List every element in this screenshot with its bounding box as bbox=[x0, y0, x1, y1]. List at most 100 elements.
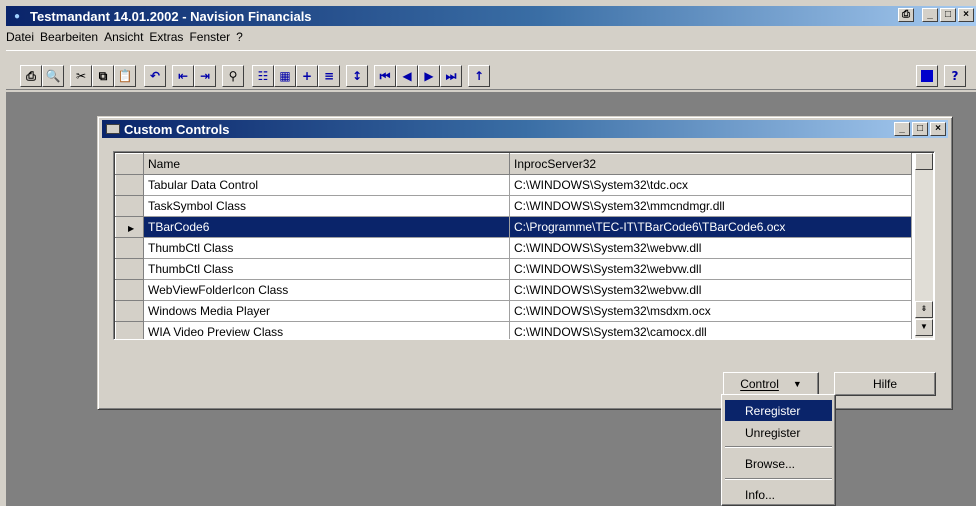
table-row[interactable]: Windows Media Player C:\WINDOWS\System32… bbox=[115, 300, 912, 322]
row-selector[interactable] bbox=[115, 279, 144, 301]
cut-icon[interactable]: ✂ bbox=[70, 65, 92, 87]
restore-button[interactable]: □ bbox=[940, 8, 956, 22]
table-view-icon[interactable]: ▦ bbox=[274, 65, 296, 87]
new-record-icon[interactable]: + bbox=[296, 65, 318, 87]
menu-item-browse[interactable]: Browse... bbox=[725, 453, 832, 474]
row-selector-header bbox=[115, 153, 144, 175]
current-row-arrow-icon: ▶ bbox=[128, 224, 135, 233]
find-icon[interactable]: ⚲ bbox=[222, 65, 244, 87]
control-popup-menu: Reregister Unregister Browse... Info... bbox=[721, 394, 836, 506]
cell-path[interactable]: C:\WINDOWS\System32\msdxm.ocx bbox=[509, 300, 912, 322]
row-selector[interactable]: ▶ bbox=[115, 216, 144, 238]
cell-path[interactable]: C:\WINDOWS\System32\webvw.dll bbox=[509, 279, 912, 301]
previous-record-icon[interactable]: ◀ bbox=[396, 65, 418, 87]
controls-table: Name InprocServer32 Tabular Data Control… bbox=[113, 151, 935, 340]
sort-icon[interactable]: ↕ bbox=[346, 65, 368, 87]
cell-path[interactable]: C:\WINDOWS\System32\webvw.dll bbox=[509, 258, 912, 280]
cell-name[interactable]: Windows Media Player bbox=[143, 300, 510, 322]
table-row-selected[interactable]: ▶ TBarCode6 C:\Programme\TEC-IT\TBarCode… bbox=[115, 216, 912, 238]
vertical-scrollbar[interactable]: ⇟ ▼ bbox=[915, 153, 933, 338]
dialog-restore-button[interactable]: □ bbox=[912, 122, 928, 136]
cell-path[interactable]: C:\WINDOWS\System32\tdc.ocx bbox=[509, 174, 912, 196]
menu-item-info[interactable]: Info... bbox=[725, 484, 832, 505]
row-selector[interactable] bbox=[115, 237, 144, 259]
card-view-icon[interactable]: ≡ bbox=[318, 65, 340, 87]
menu-item-unregister[interactable]: Unregister bbox=[725, 422, 832, 443]
help-button[interactable]: Hilfe bbox=[834, 372, 936, 396]
column-header-name[interactable]: Name bbox=[143, 153, 510, 175]
navigator-icon[interactable] bbox=[916, 65, 938, 87]
indent-icon[interactable]: ⇤ bbox=[172, 65, 194, 87]
scroll-handle[interactable] bbox=[915, 153, 933, 170]
custom-controls-dialog: Custom Controls _ □ × Name InprocServer3… bbox=[97, 116, 953, 410]
up-arrow-icon[interactable]: ↑ bbox=[468, 65, 490, 87]
cell-name[interactable]: WIA Video Preview Class bbox=[143, 321, 510, 339]
table-row[interactable]: WIA Video Preview Class C:\WINDOWS\Syste… bbox=[115, 321, 912, 339]
help-button-label: Hilfe bbox=[872, 377, 897, 391]
last-record-icon[interactable]: ⏭ bbox=[440, 65, 462, 87]
cell-name[interactable]: ThumbCtl Class bbox=[143, 237, 510, 259]
print-icon[interactable]: ⎙ bbox=[20, 65, 42, 87]
menu-extras[interactable]: Extras bbox=[149, 30, 189, 44]
table-row[interactable]: WebViewFolderIcon Class C:\WINDOWS\Syste… bbox=[115, 279, 912, 301]
menu-datei[interactable]: Datei bbox=[6, 30, 40, 44]
menu-separator bbox=[725, 478, 832, 480]
dialog-window-controls: _ □ × bbox=[894, 122, 946, 136]
table-row[interactable]: TaskSymbol Class C:\WINDOWS\System32\mmc… bbox=[115, 195, 912, 217]
table-row[interactable]: Tabular Data Control C:\WINDOWS\System32… bbox=[115, 174, 912, 196]
cell-path[interactable]: C:\Programme\TEC-IT\TBarCode6\TBarCode6.… bbox=[509, 216, 912, 238]
scroll-page-down-icon[interactable]: ⇟ bbox=[915, 301, 933, 318]
table-header-row: Name InprocServer32 bbox=[115, 153, 912, 175]
dialog-minimize-button[interactable]: _ bbox=[894, 122, 910, 136]
cell-path[interactable]: C:\WINDOWS\System32\webvw.dll bbox=[509, 237, 912, 259]
print-preview-icon[interactable]: 🔍 bbox=[42, 65, 64, 87]
app-icon: ● bbox=[14, 10, 21, 22]
row-selector[interactable] bbox=[115, 300, 144, 322]
menu-bar: Datei Bearbeiten Ansicht Extras Fenster … bbox=[6, 28, 249, 46]
application-window: ● Testmandant 14.01.2002 - Navision Fina… bbox=[0, 0, 976, 506]
window-controls: ⎙ _ □ × bbox=[898, 8, 974, 22]
row-selector[interactable] bbox=[115, 258, 144, 280]
menu-ansicht[interactable]: Ansicht bbox=[104, 30, 149, 44]
control-dropdown-button[interactable]: Control ▼ bbox=[723, 372, 819, 396]
menu-bearbeiten[interactable]: Bearbeiten bbox=[40, 30, 104, 44]
app-title-bar: ● Testmandant 14.01.2002 - Navision Fina… bbox=[6, 6, 976, 26]
control-button-label: Control bbox=[740, 377, 779, 391]
list-view-icon[interactable]: ☷ bbox=[252, 65, 274, 87]
chevron-down-icon: ▼ bbox=[792, 379, 802, 389]
table-row[interactable]: ThumbCtl Class C:\WINDOWS\System32\webvw… bbox=[115, 237, 912, 259]
row-selector[interactable] bbox=[115, 174, 144, 196]
minimize-button[interactable]: _ bbox=[922, 8, 938, 22]
column-header-inprocserver32[interactable]: InprocServer32 bbox=[509, 153, 912, 175]
row-selector[interactable] bbox=[115, 321, 144, 339]
dialog-close-button[interactable]: × bbox=[930, 122, 946, 136]
row-selector[interactable] bbox=[115, 195, 144, 217]
dialog-title-bar: Custom Controls _ □ × bbox=[102, 120, 948, 138]
app-title: Testmandant 14.01.2002 - Navision Financ… bbox=[30, 8, 312, 24]
menu-fenster[interactable]: Fenster bbox=[189, 30, 236, 44]
cell-name[interactable]: WebViewFolderIcon Class bbox=[143, 279, 510, 301]
cell-name[interactable]: Tabular Data Control bbox=[143, 174, 510, 196]
table-row[interactable]: ThumbCtl Class C:\WINDOWS\System32\webvw… bbox=[115, 258, 912, 280]
form-icon bbox=[106, 124, 120, 134]
menu-item-reregister[interactable]: Reregister bbox=[725, 400, 832, 421]
menu-help[interactable]: ? bbox=[236, 30, 249, 44]
next-record-icon[interactable]: ▶ bbox=[418, 65, 440, 87]
cell-name[interactable]: TaskSymbol Class bbox=[143, 195, 510, 217]
cell-path[interactable]: C:\WINDOWS\System32\mmcndmgr.dll bbox=[509, 195, 912, 217]
menu-separator bbox=[725, 446, 832, 448]
toolbar: ⎙ 🔍 ✂ ⧉ 📋 ↶ ⇤ ⇥ ⚲ ☷ ▦ + ≡ ↕ ⏮ ◀ ▶ ⏭ ↑ ? bbox=[6, 50, 976, 90]
outdent-icon[interactable]: ⇥ bbox=[194, 65, 216, 87]
scroll-down-icon[interactable]: ▼ bbox=[915, 319, 933, 336]
first-record-icon[interactable]: ⏮ bbox=[374, 65, 396, 87]
paste-icon[interactable]: 📋 bbox=[114, 65, 136, 87]
cell-name[interactable]: TBarCode6 bbox=[143, 216, 510, 238]
cell-name[interactable]: ThumbCtl Class bbox=[143, 258, 510, 280]
copy-icon[interactable]: ⧉ bbox=[92, 65, 114, 87]
dialog-title: Custom Controls bbox=[124, 121, 230, 137]
cell-path[interactable]: C:\WINDOWS\System32\camocx.dll bbox=[509, 321, 912, 339]
print-icon[interactable]: ⎙ bbox=[898, 8, 914, 22]
close-button[interactable]: × bbox=[958, 8, 974, 22]
undo-icon[interactable]: ↶ bbox=[144, 65, 166, 87]
help-icon[interactable]: ? bbox=[944, 65, 966, 87]
